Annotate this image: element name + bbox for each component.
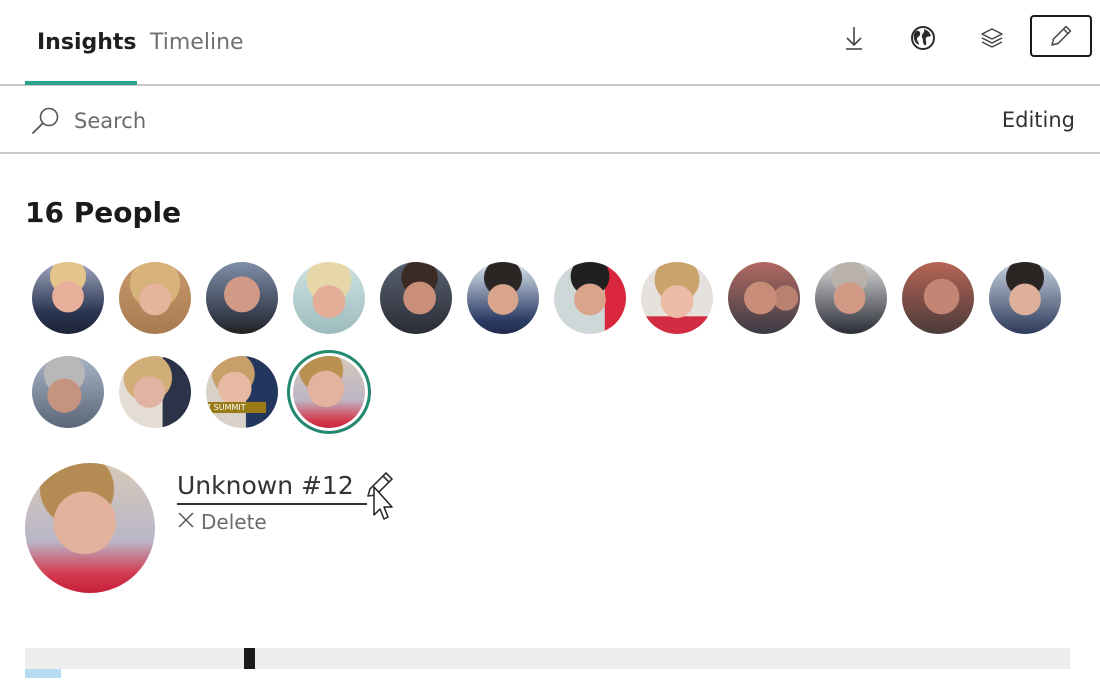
pencil-icon xyxy=(1048,23,1074,49)
person-avatar[interactable] xyxy=(989,262,1061,334)
person-avatar[interactable] xyxy=(206,262,278,334)
search-icon xyxy=(30,105,62,141)
person-avatar[interactable] xyxy=(554,262,626,334)
person-avatar[interactable] xyxy=(728,262,800,334)
search-bar: Editing xyxy=(0,86,1100,154)
person-avatar[interactable] xyxy=(902,262,974,334)
person-avatar[interactable] xyxy=(380,262,452,334)
person-avatar[interactable] xyxy=(32,262,104,334)
person-avatar[interactable] xyxy=(119,262,191,334)
tab-insights[interactable]: Insights xyxy=(37,30,137,55)
layers-button[interactable] xyxy=(961,17,1023,59)
avatar-caption: 7 SUMMIT xyxy=(206,402,266,413)
appearance-timeline[interactable] xyxy=(25,648,1070,669)
person-avatar[interactable] xyxy=(815,262,887,334)
person-avatar[interactable] xyxy=(467,262,539,334)
person-avatar[interactable]: 7 SUMMIT xyxy=(206,356,278,428)
person-avatar[interactable] xyxy=(32,356,104,428)
delete-label: Delete xyxy=(201,510,267,534)
active-tab-indicator xyxy=(25,81,137,85)
delete-person-button[interactable]: Delete xyxy=(177,510,267,534)
timeline-marker[interactable] xyxy=(244,648,256,669)
person-avatar[interactable] xyxy=(641,262,713,334)
editing-mode-label: Editing xyxy=(1001,108,1075,132)
people-count-heading: 16 People xyxy=(25,196,182,229)
tab-timeline[interactable]: Timeline xyxy=(150,30,244,55)
person-avatar[interactable] xyxy=(293,262,365,334)
timeline-current-segment xyxy=(25,669,61,678)
person-avatar-selected[interactable] xyxy=(287,350,371,434)
globe-button[interactable] xyxy=(892,17,954,59)
edit-button[interactable] xyxy=(1030,15,1092,57)
selected-person-thumbnail xyxy=(25,463,155,593)
tab-bar: Insights Timeline xyxy=(0,0,1100,86)
close-icon xyxy=(177,510,195,534)
download-icon xyxy=(843,25,865,51)
globe-icon xyxy=(910,25,936,51)
person-avatar[interactable] xyxy=(119,356,191,428)
person-name-field[interactable] xyxy=(177,467,367,505)
edit-name-pencil-icon[interactable] xyxy=(364,468,398,524)
layers-icon xyxy=(980,26,1004,50)
search-input[interactable] xyxy=(74,106,674,136)
download-button[interactable] xyxy=(823,17,885,59)
